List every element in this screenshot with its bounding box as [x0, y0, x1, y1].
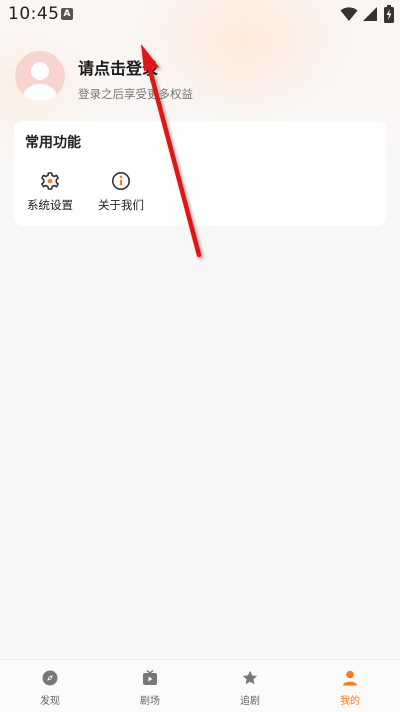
theater-icon [143, 670, 157, 685]
nav-label: 我的 [340, 696, 360, 707]
section-title: 常用功能 [25, 135, 81, 151]
status-bar: 10:45 A [0, 0, 400, 30]
status-time: 10:45 [8, 4, 60, 24]
system-settings-button[interactable]: 系统设置 [15, 171, 85, 215]
star-icon [242, 670, 258, 685]
gear-icon [41, 172, 59, 190]
login-subtitle: 登录之后享受更多权益 [78, 87, 193, 101]
nav-tab-follow[interactable]: 追剧 [200, 670, 300, 710]
avatar[interactable] [15, 51, 65, 101]
a-letter-icon: A [61, 8, 73, 20]
nav-label: 剧场 [140, 696, 160, 707]
nav-tab-theater[interactable]: 剧场 [100, 670, 200, 710]
about-us-button[interactable]: 关于我们 [86, 171, 156, 215]
feature-label: 系统设置 [27, 198, 73, 212]
info-icon [112, 172, 130, 190]
default-avatar-icon [23, 62, 57, 101]
nav-tab-discover[interactable]: 发现 [0, 670, 100, 710]
nav-label: 发现 [40, 696, 60, 707]
person-icon [343, 670, 357, 686]
nav-tab-mine[interactable]: 我的 [300, 670, 400, 710]
battery-charging-icon [384, 5, 394, 23]
common-functions-card: 常用功能 系统设置 关于我们 [14, 121, 386, 226]
login-prompt[interactable]: 请点击登录 [78, 55, 158, 79]
feature-label: 关于我们 [98, 198, 144, 212]
compass-icon [42, 670, 58, 686]
wifi-icon [340, 7, 358, 21]
bottom-nav: 发现 剧场 追剧 我的 [0, 659, 400, 712]
signal-icon [363, 7, 377, 21]
nav-label: 追剧 [240, 696, 260, 707]
